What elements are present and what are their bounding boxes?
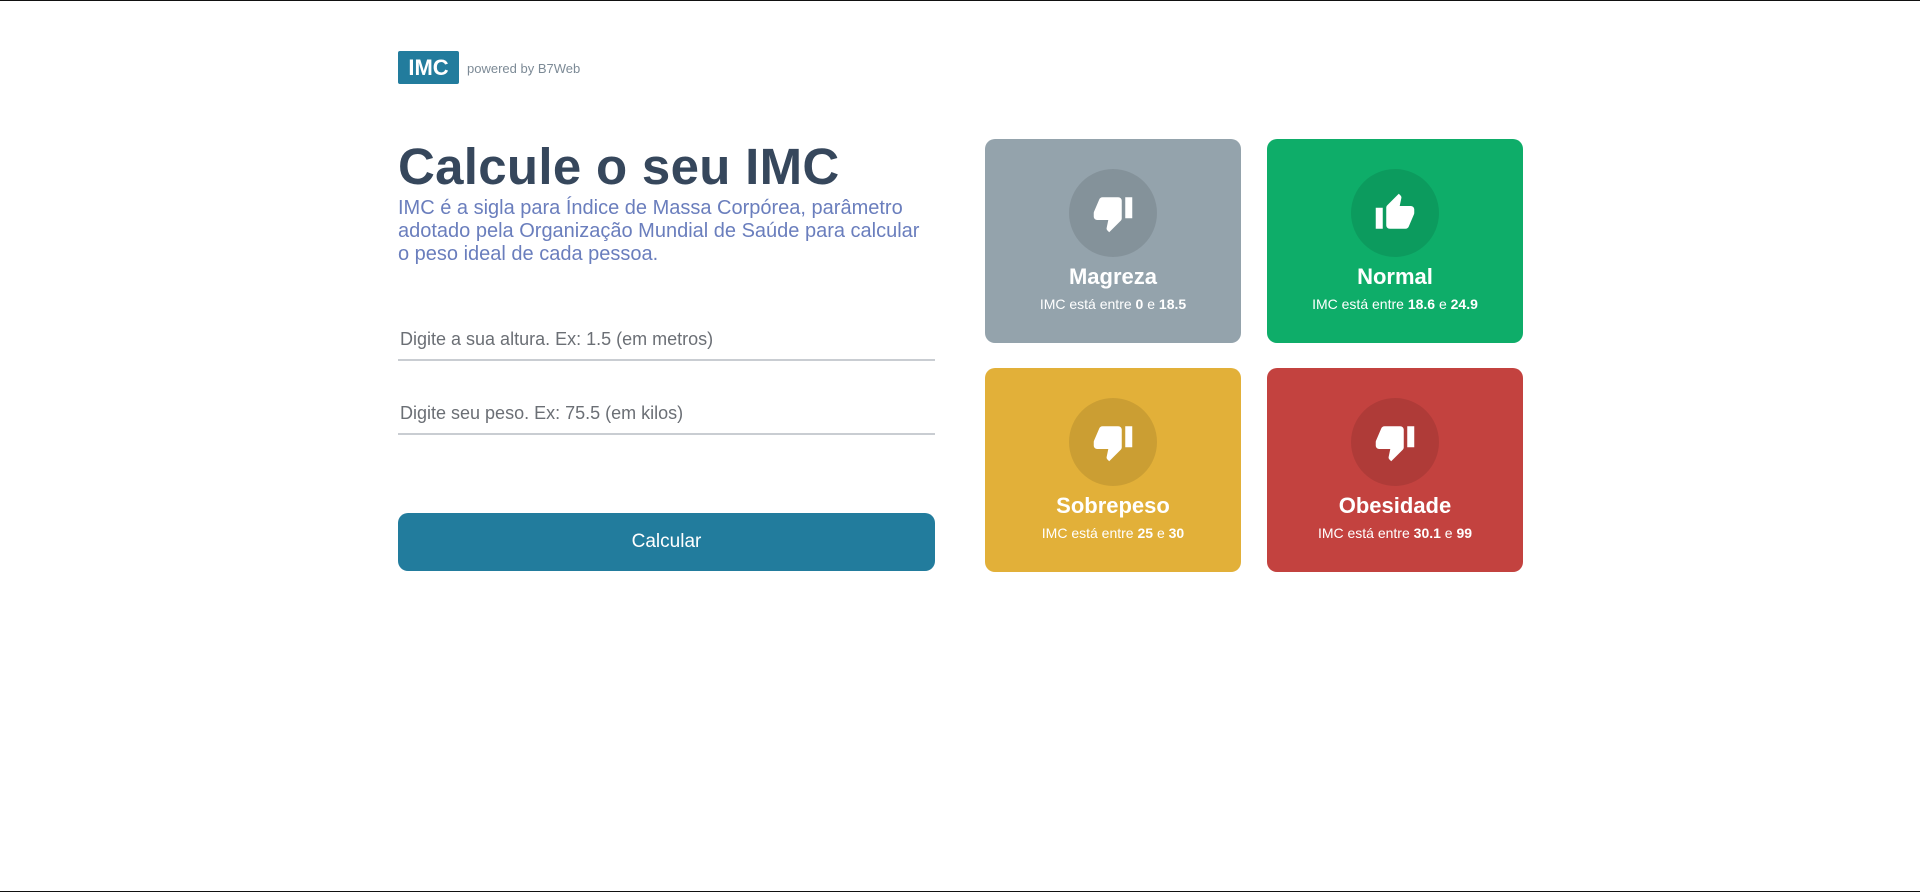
level-range-joiner: e <box>1156 525 1165 541</box>
levels-grid: Magreza IMC está entre 0 e 18.5 Normal I… <box>985 139 1523 572</box>
weight-input[interactable] <box>398 393 935 433</box>
level-range-min: 25 <box>1137 525 1154 541</box>
page-description: IMC é a sigla para Índice de Massa Corpó… <box>398 197 920 265</box>
height-input[interactable] <box>398 319 935 359</box>
level-range-min: 0 <box>1135 296 1144 312</box>
level-range: IMC está entre 0 e 18.5 <box>1040 296 1186 312</box>
level-range-prefix: IMC está entre <box>1039 296 1132 312</box>
level-range-min: 30.1 <box>1413 525 1441 541</box>
page-title: Calcule o seu IMC <box>398 138 840 195</box>
level-card-magreza: Magreza IMC está entre 0 e 18.5 <box>985 139 1241 343</box>
level-range-prefix: IMC está entre <box>1312 296 1404 312</box>
level-icon-circle <box>1069 169 1157 257</box>
level-title: Sobrepeso <box>1056 493 1170 518</box>
level-range-max: 99 <box>1456 525 1473 541</box>
calculate-button[interactable]: Calcular <box>398 513 935 571</box>
powered-by-text: powered by B7Web <box>467 61 581 76</box>
level-range: IMC está entre 30.1 e 99 <box>1318 525 1472 541</box>
level-card-normal: Normal IMC está entre 18.6 e 24.9 <box>1267 139 1523 343</box>
thumbs-down-icon <box>1375 426 1415 462</box>
header: IMC powered by B7Web <box>398 51 580 84</box>
level-range-joiner: e <box>1438 296 1447 312</box>
level-range: IMC está entre 18.6 e 24.9 <box>1312 296 1478 312</box>
intro-section: Calcule o seu IMC IMC é a sigla para Índ… <box>398 139 935 266</box>
level-range-prefix: IMC está entre <box>1041 525 1134 541</box>
level-icon-circle <box>1351 398 1439 486</box>
thumbs-down-icon <box>1093 197 1133 233</box>
thumbs-up-icon <box>1375 193 1415 229</box>
level-range-joiner: e <box>1444 525 1453 541</box>
level-card-obesidade: Obesidade IMC está entre 30.1 e 99 <box>1267 368 1523 572</box>
level-range-max: 30 <box>1168 525 1185 541</box>
level-range-max: 24.9 <box>1450 296 1478 312</box>
level-title: Normal <box>1357 264 1433 289</box>
level-range-min: 18.6 <box>1407 296 1436 312</box>
level-title: Obesidade <box>1338 493 1452 518</box>
weight-field-wrapper <box>398 393 935 435</box>
level-range-max: 18.5 <box>1158 296 1187 312</box>
height-field-wrapper <box>398 319 935 361</box>
level-icon-circle <box>1069 398 1157 486</box>
level-range-joiner: e <box>1147 296 1156 312</box>
thumbs-down-icon <box>1093 426 1133 462</box>
logo: IMC <box>398 51 459 84</box>
level-range-prefix: IMC está entre <box>1317 525 1410 541</box>
level-range: IMC está entre 25 e 30 <box>1042 525 1184 541</box>
level-title: Magreza <box>1068 264 1158 289</box>
level-icon-circle <box>1351 169 1439 257</box>
level-card-sobrepeso: Sobrepeso IMC está entre 25 e 30 <box>985 368 1241 572</box>
